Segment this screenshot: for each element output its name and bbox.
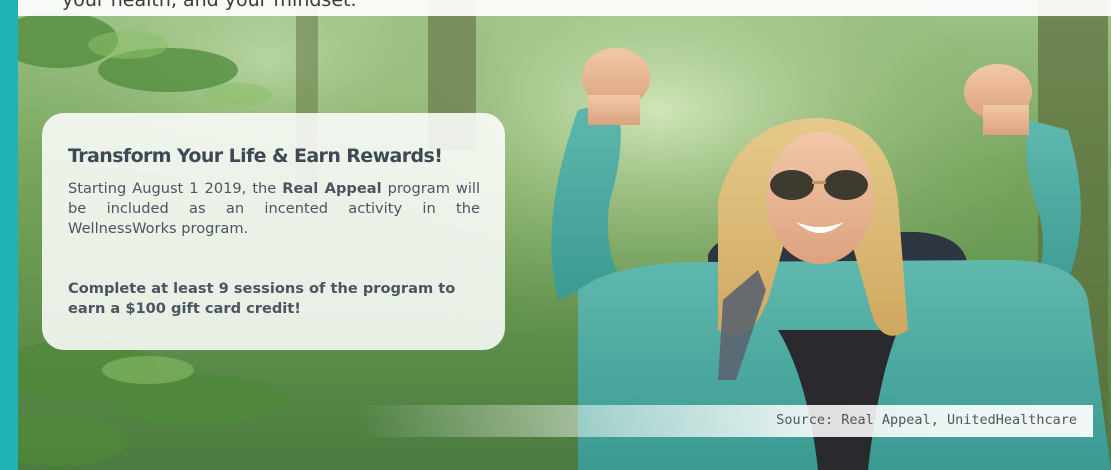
accent-strip [0, 0, 18, 470]
intro-text-fragment: your health, and your mindset. [62, 0, 357, 11]
top-text-band: your health, and your mindset. [18, 0, 1111, 16]
body-prefix: Starting August 1 2019, the [68, 180, 283, 197]
rewards-card: Transform Your Life & Earn Rewards! Star… [42, 113, 505, 350]
source-caption: Source: Real Appeal, UnitedHealthcare [776, 412, 1077, 428]
program-name: Real Appeal [282, 180, 382, 197]
source-bar: Source: Real Appeal, UnitedHealthcare [358, 405, 1093, 437]
card-body: Starting August 1 2019, the Real Appeal … [68, 179, 480, 239]
card-cta-text: Complete at least 9 sessions of the prog… [68, 280, 456, 317]
hero-banner: your health, and your mindset. Transform… [0, 0, 1111, 470]
card-title: Transform Your Life & Earn Rewards! [68, 145, 443, 167]
